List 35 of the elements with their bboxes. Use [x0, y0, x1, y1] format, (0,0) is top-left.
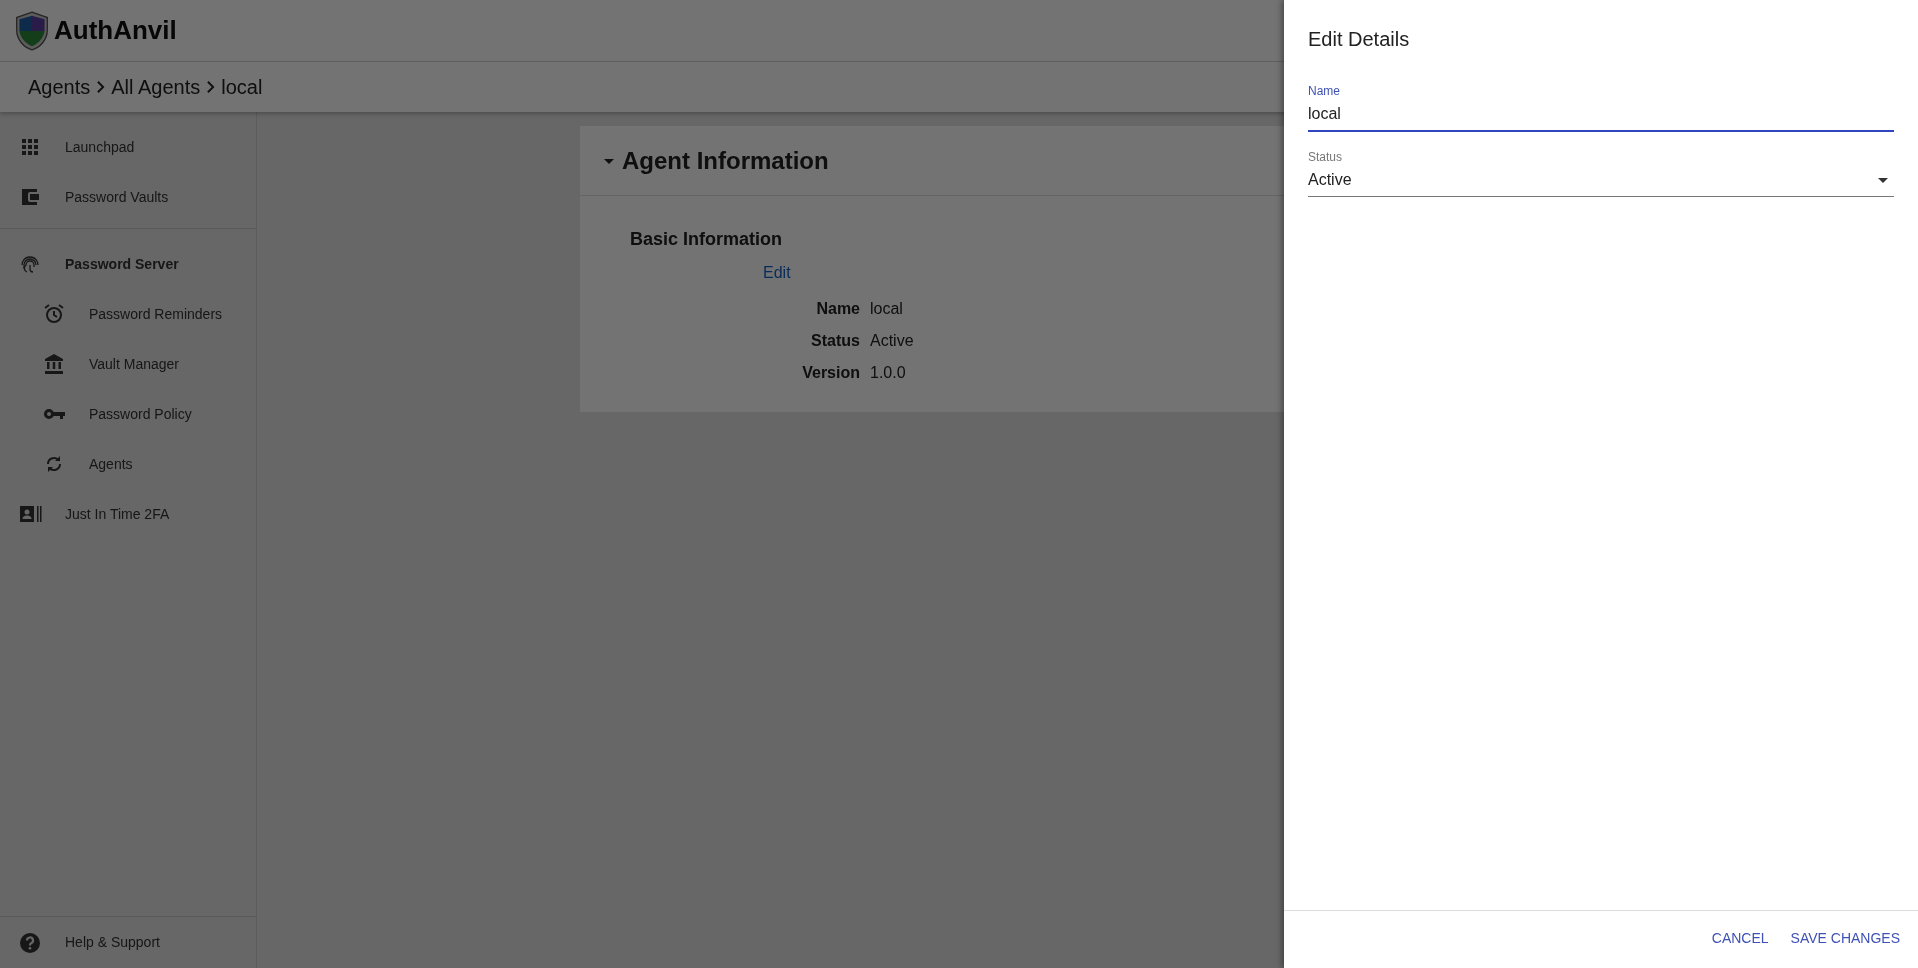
- shield-logo-icon: [14, 10, 50, 51]
- detail-value: 1.0.0: [870, 363, 907, 383]
- sidebar-item[interactable]: Vault Manager: [0, 339, 256, 389]
- app-name: AuthAnvil: [54, 14, 177, 47]
- sidebar-item[interactable]: Launchpad: [0, 122, 256, 172]
- chevron-right-icon: [206, 80, 216, 94]
- sidebar-item[interactable]: Password Reminders: [0, 289, 256, 339]
- status-dropdown[interactable]: Status Active: [1308, 148, 1894, 197]
- breadcrumb-item[interactable]: Agents: [28, 72, 91, 102]
- detail-label: Status: [810, 331, 860, 351]
- edit-link[interactable]: Edit: [763, 261, 791, 285]
- drawer-title: Edit Details: [1308, 27, 1411, 52]
- detail-label: Name: [815, 299, 860, 319]
- section-title: Basic Information: [630, 228, 784, 251]
- sidebar-item[interactable]: Just In Time 2FA: [0, 489, 256, 539]
- detail-value: Active: [870, 331, 915, 351]
- dropdown-caret-icon: [1878, 177, 1888, 183]
- field-label: Name: [1308, 83, 1341, 100]
- sidebar-item[interactable]: Help & Support: [0, 916, 256, 968]
- card-title: Agent Information: [622, 145, 829, 176]
- sidebar-item[interactable]: Password Vaults: [0, 172, 256, 222]
- detail-label: Version: [801, 363, 860, 383]
- sidebar-item[interactable]: Agents: [0, 439, 256, 489]
- breadcrumb-item: local: [221, 75, 263, 100]
- text-button[interactable]: CANCEL: [1703, 922, 1777, 955]
- bank-icon: [42, 352, 66, 376]
- sidebar-item[interactable]: Password Server: [0, 239, 256, 289]
- name-field[interactable]: local: [1308, 100, 1894, 132]
- help-icon: [18, 930, 42, 955]
- sidebar-item[interactable]: Password Policy: [0, 389, 256, 439]
- text-button[interactable]: SAVE CHANGES: [1782, 922, 1908, 955]
- alarm-clock-icon: [42, 302, 66, 326]
- detail-value: local: [870, 299, 904, 319]
- chevron-right-icon: [96, 80, 106, 94]
- breadcrumb-item[interactable]: All Agents: [111, 72, 201, 102]
